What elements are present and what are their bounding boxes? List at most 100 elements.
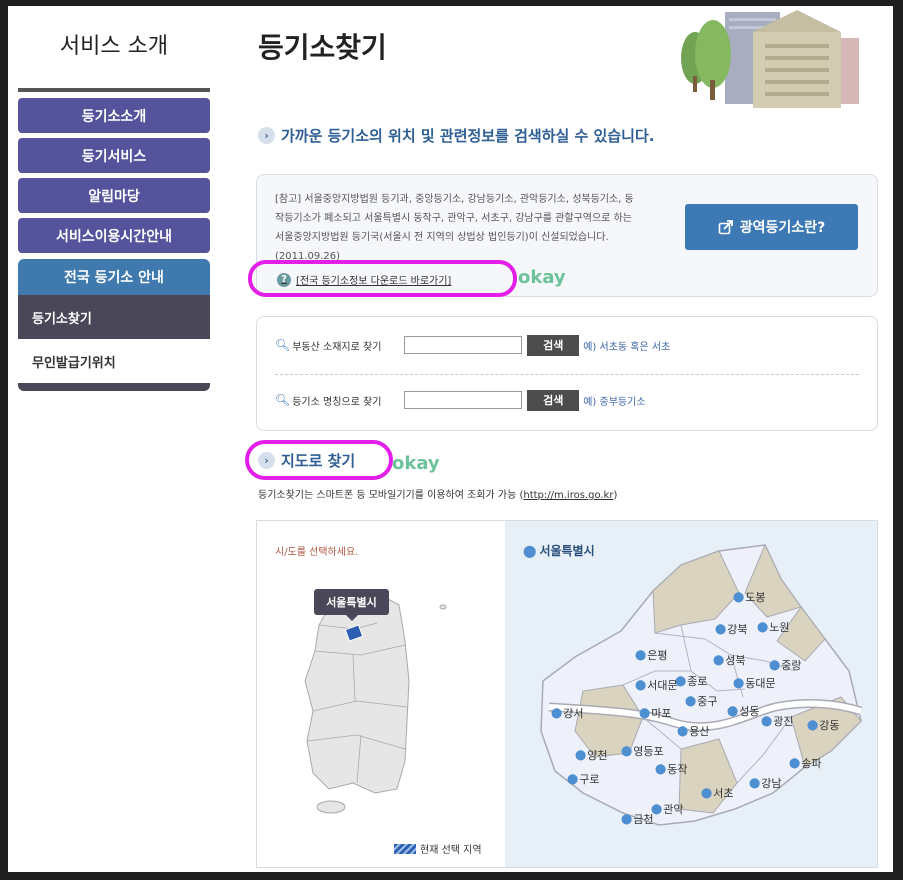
- sidebar-item-registry-service[interactable]: 등기서비스: [18, 138, 210, 173]
- map-description: 등기소찾기는 스마트폰 등 모바일기기를 이용하여 조회가 가능 (http:/…: [258, 486, 617, 501]
- name-search-button[interactable]: 검색: [527, 389, 580, 411]
- korea-map-panel: 시/도를 선택하세요. 서울특별시 현재 선택 지역: [257, 521, 505, 867]
- sidebar-divider: [18, 88, 210, 92]
- district-geumcheon[interactable]: ⬤ 금천: [621, 811, 653, 827]
- sidebar-bottom: [18, 383, 210, 391]
- name-search-label: 등기소 명칭으로 찾기: [292, 396, 382, 408]
- district-songpa[interactable]: ⬤ 송파: [789, 755, 821, 771]
- map-pin-icon: ⬤: [757, 621, 769, 633]
- district-dobong[interactable]: ⬤ 도봉: [733, 589, 765, 605]
- district-label: 관악: [663, 803, 684, 816]
- district-mapo[interactable]: ⬤ 마포: [639, 705, 671, 721]
- map-legend: 현재 선택 지역: [394, 841, 482, 856]
- wide-area-office-button[interactable]: 광역등기소란?: [685, 204, 858, 250]
- district-label: 서초: [713, 787, 734, 800]
- korea-map[interactable]: [257, 521, 505, 867]
- district-jongno[interactable]: ⬤ 종로: [675, 673, 707, 689]
- search-icon: 🔍︎: [275, 393, 291, 407]
- district-label: 서대문: [647, 679, 678, 692]
- map-pin-icon: ⬤: [635, 679, 647, 691]
- chevron-right-icon: ›: [258, 127, 275, 144]
- district-label: 은평: [647, 649, 668, 662]
- district-label: 구로: [579, 773, 600, 786]
- sidebar-item-office-intro[interactable]: 등기소소개: [18, 98, 210, 133]
- district-label: 마포: [651, 707, 672, 720]
- wide-area-office-label: 광역등기소란?: [739, 220, 826, 236]
- name-search-input[interactable]: [404, 391, 523, 409]
- district-gangdong[interactable]: ⬤ 강동: [807, 717, 839, 733]
- district-label: 양천: [587, 749, 608, 762]
- district-junggu[interactable]: ⬤ 중구: [685, 693, 717, 709]
- address-search-button[interactable]: 검색: [527, 334, 580, 356]
- okay-annotation: okay: [518, 267, 566, 288]
- sidebar-item-notice[interactable]: 알림마당: [18, 178, 210, 213]
- map-pin-icon: ⬤: [733, 677, 745, 689]
- district-label: 종로: [687, 675, 708, 688]
- district-yongsan[interactable]: ⬤ 용산: [677, 723, 709, 739]
- district-label: 용산: [689, 725, 710, 738]
- map-pin-icon: ⬤: [761, 715, 773, 727]
- sidebar-subitem-kiosk-location[interactable]: 무인발급기위치: [18, 339, 210, 383]
- map-pin-icon: ⬤: [807, 719, 819, 731]
- map-pin-icon: ⬤: [621, 813, 633, 825]
- intro-heading: › 가까운 등기소의 위치 및 관련정보를 검색하실 수 있습니다.: [258, 125, 654, 146]
- district-label: 영등포: [633, 745, 664, 758]
- district-label: 강동: [819, 719, 840, 732]
- district-dongjak[interactable]: ⬤ 동작: [655, 761, 687, 777]
- sidebar-subitem-find-office[interactable]: 등기소찾기: [18, 295, 210, 339]
- mobile-site-link[interactable]: http://m.iros.go.kr: [523, 490, 613, 501]
- map-pin-icon: ⬤: [789, 757, 801, 769]
- district-label: 강북: [727, 623, 748, 636]
- district-label: 중랑: [781, 659, 802, 672]
- page-frame: 서비스 소개 등기소소개 등기서비스 알림마당 서비스이용시간안내 전국 등기소…: [8, 6, 893, 872]
- map-pin-icon: ⬤: [621, 745, 633, 757]
- search-divider: [275, 374, 859, 375]
- map-pin-icon: ⬤: [715, 623, 727, 635]
- district-label: 중구: [697, 695, 718, 708]
- legend-swatch: [394, 843, 416, 854]
- map-pin-icon: ⬤: [727, 705, 739, 717]
- map-pin-icon: ⬤: [733, 591, 745, 603]
- address-search-row: 🔍︎ 부동산 소재지로 찾기 검색 예) 서초동 혹은 서초: [275, 334, 670, 356]
- map-heading: › 지도로 찾기: [258, 450, 355, 471]
- address-search-input[interactable]: [404, 336, 523, 354]
- map-pin-icon: ⬤: [677, 725, 689, 737]
- map-pin-icon: ⬤: [701, 787, 713, 799]
- map-pin-icon: ⬤: [567, 773, 579, 785]
- district-jungnang[interactable]: ⬤ 중랑: [769, 657, 801, 673]
- seoul-map-panel: ⬤ 서울특별시 ⬤ 도봉 ⬤ 강북 ⬤ 노원 ⬤ 은평 ⬤ 성북 ⬤ 중랑 ⬤ 종로: [505, 521, 877, 867]
- district-label: 노원: [769, 621, 790, 634]
- district-gangnam[interactable]: ⬤ 강남: [749, 775, 781, 791]
- selected-region-tooltip: 서울특별시: [314, 589, 389, 621]
- district-label: 광진: [773, 715, 794, 728]
- district-yeongdeungpo[interactable]: ⬤ 영등포: [621, 743, 664, 759]
- notice-text: [참고] 서울중앙지방법원 등기과, 중앙등기소, 강남등기소, 관악등기소, …: [275, 194, 634, 262]
- district-eunpyeong[interactable]: ⬤ 은평: [635, 647, 667, 663]
- district-gangseo[interactable]: ⬤ 강서: [551, 705, 583, 721]
- district-dongdaemun[interactable]: ⬤ 동대문: [733, 675, 776, 691]
- district-seongbuk[interactable]: ⬤ 성북: [713, 652, 745, 668]
- district-nowon[interactable]: ⬤ 노원: [757, 619, 789, 635]
- building-illustration: [681, 10, 859, 108]
- sidebar-item-service-hours[interactable]: 서비스이용시간안내: [18, 218, 210, 253]
- okay-annotation: okay: [392, 453, 440, 474]
- district-gangbuk[interactable]: ⬤ 강북: [715, 621, 747, 637]
- map-pin-icon: ⬤: [749, 777, 761, 789]
- map-pin-icon: ⬤: [685, 695, 697, 707]
- district-gwangjin[interactable]: ⬤ 광진: [761, 713, 793, 729]
- district-label: 성북: [725, 654, 746, 667]
- district-seodaemun[interactable]: ⬤ 서대문: [635, 677, 678, 693]
- sidebar-title: 서비스 소개: [59, 34, 169, 59]
- district-label: 동대문: [745, 677, 776, 690]
- district-seongdong[interactable]: ⬤ 성동: [727, 703, 759, 719]
- sidebar-item-nationwide-offices[interactable]: 전국 등기소 안내: [18, 259, 210, 295]
- district-guro[interactable]: ⬤ 구로: [567, 771, 599, 787]
- external-link-icon: [718, 220, 733, 235]
- district-gwanak[interactable]: ⬤ 관악: [651, 801, 683, 817]
- search-box: 🔍︎ 부동산 소재지로 찾기 검색 예) 서초동 혹은 서초 🔍︎ 등기소 명칭…: [256, 316, 878, 431]
- map-desc-suffix: ): [613, 490, 618, 501]
- search-icon: 🔍︎: [275, 338, 291, 352]
- district-yangcheon[interactable]: ⬤ 양천: [575, 747, 607, 763]
- district-label: 금천: [633, 813, 654, 826]
- district-seocho[interactable]: ⬤ 서초: [701, 785, 733, 801]
